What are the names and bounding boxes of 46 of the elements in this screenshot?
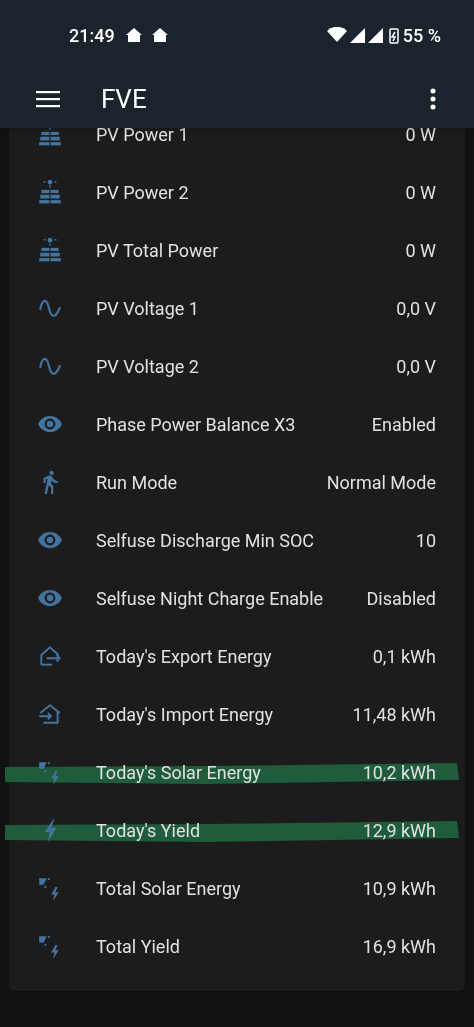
home-notification-icon xyxy=(150,27,169,43)
entity-value: 12,9 kWh xyxy=(362,818,436,843)
entity-name: PV Total Power xyxy=(96,238,220,263)
entity-value: Disabled xyxy=(366,586,436,611)
entity-name: Selfuse Discharge Min SOC xyxy=(96,528,316,553)
entity-value: 10,2 kWh xyxy=(362,760,436,785)
app-title: FVE xyxy=(101,82,148,116)
entity-value: 0,0 V xyxy=(396,296,436,321)
entity-name: Total Yield xyxy=(96,934,181,959)
entity-name: Phase Power Balance X3 xyxy=(96,412,297,437)
entity-value: 0,1 kWh xyxy=(372,644,436,669)
entity-name: PV Power 2 xyxy=(96,180,190,205)
entity-name: Selfuse Night Charge Enable xyxy=(96,586,325,611)
entity-value: 11,48 kWh xyxy=(352,702,436,727)
solar-panel-icon xyxy=(37,128,63,147)
entity-name: PV Power 1 xyxy=(96,128,190,147)
house-arrow-in-icon xyxy=(37,701,63,727)
entity-value: Enabled xyxy=(371,412,436,437)
house-arrow-out-icon xyxy=(37,643,63,669)
entity-name: Run Mode xyxy=(96,470,179,495)
signal-icon xyxy=(366,27,383,43)
signal-icon xyxy=(348,27,365,43)
solar-panel-icon xyxy=(37,179,63,205)
wifi-icon xyxy=(326,27,347,43)
entity-value: 0,0 V xyxy=(396,354,436,379)
entity-name: Total Solar Energy xyxy=(96,876,242,901)
entity-value: 10,9 kWh xyxy=(362,876,436,901)
entity-value: 16,9 kWh xyxy=(362,934,436,959)
more-options-icon[interactable] xyxy=(430,88,436,110)
entity-name: Today's Import Energy xyxy=(96,702,274,727)
entity-name: Today's Export Energy xyxy=(96,644,273,669)
entity-value: 0 W xyxy=(405,128,436,147)
entity-name: PV Voltage 1 xyxy=(96,296,200,321)
entity-value: Normal Mode xyxy=(326,470,436,495)
status-time: 21:49 xyxy=(69,23,115,48)
menu-icon[interactable] xyxy=(36,90,60,108)
entity-value: 0 W xyxy=(405,238,436,263)
home-notification-icon xyxy=(124,27,143,43)
entity-name: Today's Solar Energy xyxy=(96,760,262,785)
battery-percent: 55 % xyxy=(402,23,441,48)
entity-name: PV Voltage 2 xyxy=(96,354,200,379)
solar-panel-icon xyxy=(37,237,63,263)
entity-value: 0 W xyxy=(405,180,436,205)
entity-name: Today's Yield xyxy=(96,818,202,843)
entity-value: 10 xyxy=(415,528,436,553)
battery-icon xyxy=(388,26,399,44)
